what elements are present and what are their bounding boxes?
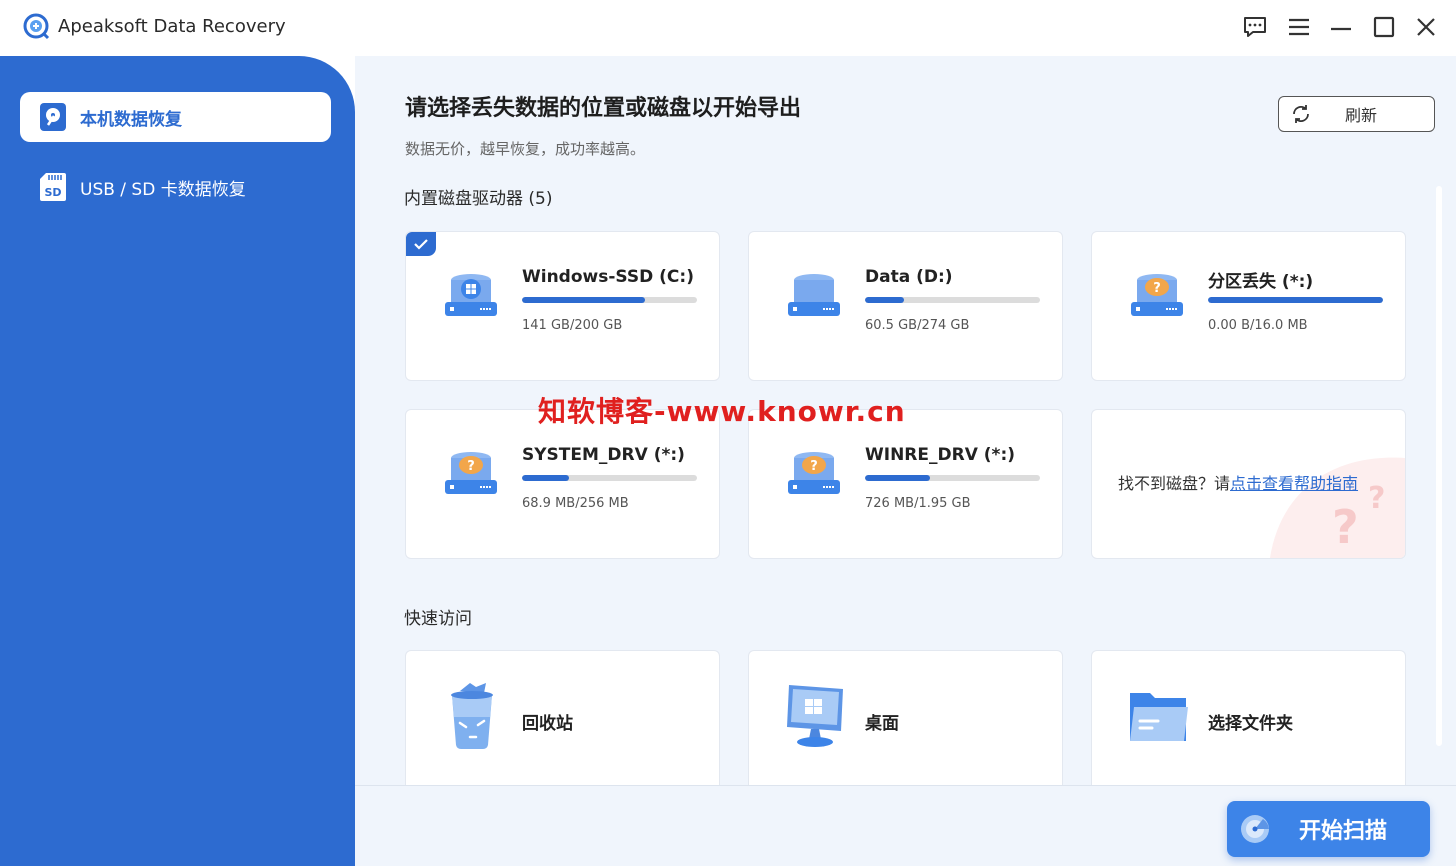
- page-title: 请选择丢失数据的位置或磁盘以开始导出: [405, 96, 802, 121]
- help-card: ? ? 找不到磁盘？请点击查看帮助指南: [1091, 409, 1406, 559]
- sidebar-item-local-recovery[interactable]: 本机数据恢复: [20, 92, 331, 142]
- question-decoration-icon: ? ?: [1270, 457, 1405, 558]
- sidebar-item-usb-sd-recovery[interactable]: SD USB / SD 卡数据恢复: [20, 162, 331, 212]
- feedback-button[interactable]: [1240, 12, 1270, 42]
- hard-drive-icon: [38, 102, 68, 132]
- start-scan-button[interactable]: 开始扫描: [1227, 801, 1430, 857]
- start-scan-label: 开始扫描: [1299, 819, 1388, 844]
- unknown-disk-icon: ?: [1131, 274, 1183, 316]
- sd-card-icon: SD: [38, 172, 68, 202]
- help-text: 找不到磁盘？请点击查看帮助指南: [1118, 470, 1358, 494]
- menu-button[interactable]: [1284, 12, 1314, 42]
- refresh-icon: [1293, 105, 1309, 123]
- maximize-icon: [1373, 16, 1395, 38]
- drive-usage-bar: [1208, 297, 1383, 303]
- drive-name: WINRE_DRV (*:): [865, 445, 1016, 465]
- quick-access-select-folder[interactable]: 选择文件夹: [1091, 650, 1406, 790]
- svg-text:?: ?: [1368, 481, 1385, 516]
- feedback-icon: [1244, 17, 1266, 37]
- drive-usage-bar: [522, 297, 697, 303]
- quick-access-recycle-bin[interactable]: 回收站: [405, 650, 720, 790]
- drive-size: 141 GB/200 GB: [522, 318, 623, 333]
- drive-usage-fill: [522, 475, 570, 481]
- drive-card-c[interactable]: Windows-SSD (C:) 141 GB/200 GB: [405, 231, 720, 381]
- svg-text:?: ?: [1332, 500, 1359, 554]
- desktop-monitor-icon: [787, 685, 843, 747]
- main-panel: 请选择丢失数据的位置或磁盘以开始导出 数据无价，越早恢复，成功率越高。 刷新 内…: [355, 56, 1456, 866]
- minimize-button[interactable]: [1326, 12, 1356, 42]
- folder-icon: [1130, 693, 1188, 741]
- windows-disk-icon: [445, 274, 497, 316]
- quick-access-label: 选择文件夹: [1208, 714, 1293, 734]
- drive-card-d[interactable]: Data (D:) 60.5 GB/274 GB: [748, 231, 1063, 381]
- drive-card-system-drv[interactable]: ? SYSTEM_DRV (*:) 68.9 MB/256 MB: [405, 409, 720, 559]
- help-prefix: 找不到磁盘？请: [1118, 474, 1231, 493]
- drive-size: 60.5 GB/274 GB: [865, 318, 970, 333]
- title-bar: Apeaksoft Data Recovery: [0, 0, 1456, 56]
- sidebar: 本机数据恢复 SD USB / SD 卡数据恢复: [0, 56, 355, 866]
- drive-usage-bar: [865, 297, 1040, 303]
- quick-access-section-title: 快速访问: [404, 609, 472, 629]
- drive-usage-bar: [865, 475, 1040, 481]
- drive-usage-fill: [522, 297, 646, 303]
- drive-card-lost-partition[interactable]: ? 分区丢失 (*:) 0.00 B/16.0 MB: [1091, 231, 1406, 381]
- page-subtitle: 数据无价，越早恢复，成功率越高。: [405, 140, 646, 158]
- drive-size: 68.9 MB/256 MB: [522, 496, 629, 511]
- drive-name: Data (D:): [865, 267, 953, 287]
- bottom-bar: 开始扫描: [355, 785, 1456, 866]
- disk-icon: [788, 274, 840, 316]
- watermark-text: 知软博客-www.knowr.cn: [538, 395, 906, 428]
- drive-name: Windows-SSD (C:): [522, 267, 694, 287]
- drive-size: 0.00 B/16.0 MB: [1208, 318, 1308, 333]
- drive-usage-fill: [1208, 297, 1383, 303]
- unknown-disk-icon: ?: [445, 452, 497, 494]
- svg-text:SD: SD: [44, 186, 61, 199]
- drive-usage-fill: [865, 475, 930, 481]
- recycle-bin-icon: [451, 683, 493, 749]
- drive-name: SYSTEM_DRV (*:): [522, 445, 685, 465]
- drive-name: 分区丢失 (*:): [1208, 272, 1314, 292]
- refresh-button[interactable]: 刷新: [1278, 96, 1435, 132]
- help-guide-link[interactable]: 点击查看帮助指南: [1230, 474, 1358, 493]
- scrollbar[interactable]: [1436, 186, 1442, 746]
- app-logo-icon: [23, 13, 50, 40]
- close-icon: [1417, 18, 1435, 36]
- quick-access-label: 回收站: [522, 714, 573, 734]
- refresh-label: 刷新: [1345, 106, 1378, 125]
- drives-section-title: 内置磁盘驱动器 (5): [404, 189, 553, 209]
- svg-text:?: ?: [810, 459, 818, 474]
- scan-radar-icon: [1241, 815, 1269, 843]
- svg-text:?: ?: [467, 459, 475, 474]
- unknown-disk-icon: ?: [788, 452, 840, 494]
- drive-card-winre-drv[interactable]: ? WINRE_DRV (*:) 726 MB/1.95 GB: [748, 409, 1063, 559]
- minimize-icon: [1331, 27, 1351, 31]
- quick-access-label: 桌面: [865, 714, 899, 734]
- app-title: Apeaksoft Data Recovery: [58, 16, 286, 37]
- close-button[interactable]: [1411, 12, 1441, 42]
- drive-usage-fill: [865, 297, 904, 303]
- drive-size: 726 MB/1.95 GB: [865, 496, 971, 511]
- sidebar-item-label: 本机数据恢复: [80, 109, 182, 130]
- sidebar-item-label: USB / SD 卡数据恢复: [80, 179, 246, 200]
- drive-usage-bar: [522, 475, 697, 481]
- svg-text:?: ?: [1153, 281, 1161, 296]
- selected-check-icon: [406, 232, 436, 256]
- maximize-button[interactable]: [1369, 12, 1399, 42]
- quick-access-desktop[interactable]: 桌面: [748, 650, 1063, 790]
- menu-icon: [1289, 18, 1309, 36]
